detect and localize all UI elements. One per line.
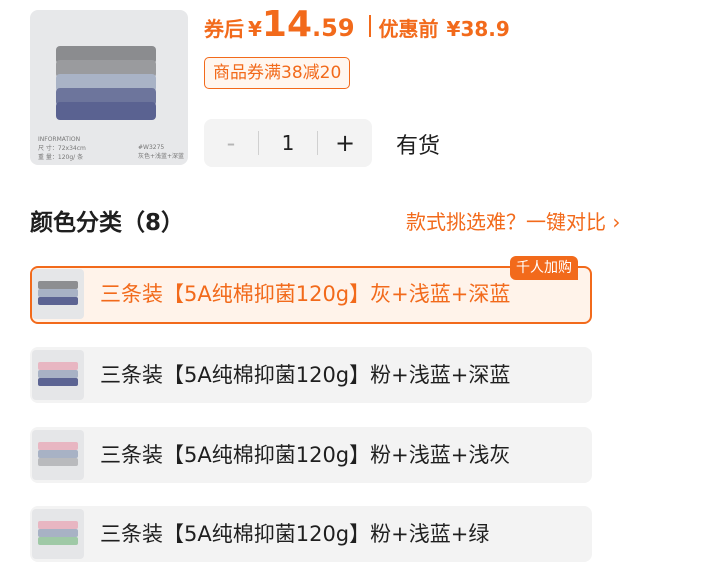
variant-item-selected[interactable]: 三条装【5A纯棉抑菌120g】灰+浅蓝+深蓝	[30, 266, 592, 324]
thumb-swatch	[38, 297, 78, 305]
image-info-label: INFORMATION	[38, 136, 81, 143]
thumb-swatch	[38, 281, 78, 289]
coupon-badge[interactable]: 商品券满38减20	[204, 57, 351, 89]
thumb-swatch	[38, 362, 78, 370]
image-code-label: #W3275	[138, 144, 165, 151]
variant-label: 三条装【5A纯棉抑菌120g】灰+浅蓝+深蓝	[100, 282, 511, 306]
price-row: 券后 ¥ 14 .59 优惠前 ¥38.9	[204, 4, 510, 48]
compare-styles-link[interactable]: 款式挑选难？一键对比 ›	[406, 206, 620, 235]
quantity-stepper: - 1 +	[204, 119, 372, 167]
variant-thumbnail	[32, 509, 84, 559]
thumb-swatch	[38, 529, 78, 537]
towel-darkblue-shape-2	[56, 102, 156, 120]
variant-label: 三条装【5A纯棉抑菌120g】粉+浅蓝+绿	[100, 522, 490, 546]
variant-item[interactable]: 三条装【5A纯棉抑菌120g】粉+浅蓝+绿	[30, 506, 592, 562]
thumb-swatch	[38, 370, 78, 378]
original-price: ¥38.9	[446, 17, 510, 41]
image-weight-label: 重 量：120g/ 条	[38, 154, 84, 161]
hot-tag-badge: 千人加购	[510, 256, 578, 280]
variant-item[interactable]: 三条装【5A纯棉抑菌120g】粉+浅蓝+深蓝	[30, 347, 592, 403]
price-integer: 14	[261, 4, 313, 45]
image-size-label: 尺 寸：72x34cm	[38, 145, 86, 152]
image-colors-label: 灰色+浅蓝+深蓝	[138, 153, 185, 160]
thumb-swatch	[38, 289, 78, 297]
price-divider	[368, 15, 371, 37]
increase-button[interactable]: +	[318, 119, 372, 167]
variant-thumbnail	[32, 350, 84, 400]
variant-label: 三条装【5A纯棉抑菌120g】粉+浅蓝+浅灰	[100, 443, 511, 467]
stock-status: 有货	[396, 134, 441, 159]
variant-thumbnail	[32, 430, 84, 480]
decrease-button[interactable]: -	[204, 119, 258, 167]
thumb-swatch	[38, 521, 78, 529]
currency-symbol: ¥	[248, 17, 262, 41]
product-image[interactable]: INFORMATION 尺 寸：72x34cm 重 量：120g/ 条 #W32…	[30, 10, 188, 165]
variant-thumbnail	[32, 269, 84, 319]
thumb-swatch	[38, 378, 78, 386]
variants-section-title: 颜色分类（8）	[30, 210, 185, 236]
quantity-value[interactable]: 1	[259, 131, 317, 155]
thumb-swatch	[38, 458, 78, 466]
price-decimal: .59	[312, 14, 355, 42]
thumb-swatch	[38, 450, 78, 458]
variant-label: 三条装【5A纯棉抑菌120g】粉+浅蓝+深蓝	[100, 363, 511, 387]
thumb-swatch	[38, 537, 78, 545]
original-price-label: 优惠前	[378, 17, 439, 41]
coupon-price-label: 券后	[204, 17, 244, 41]
variant-item[interactable]: 三条装【5A纯棉抑菌120g】粉+浅蓝+浅灰	[30, 427, 592, 483]
thumb-swatch	[38, 442, 78, 450]
